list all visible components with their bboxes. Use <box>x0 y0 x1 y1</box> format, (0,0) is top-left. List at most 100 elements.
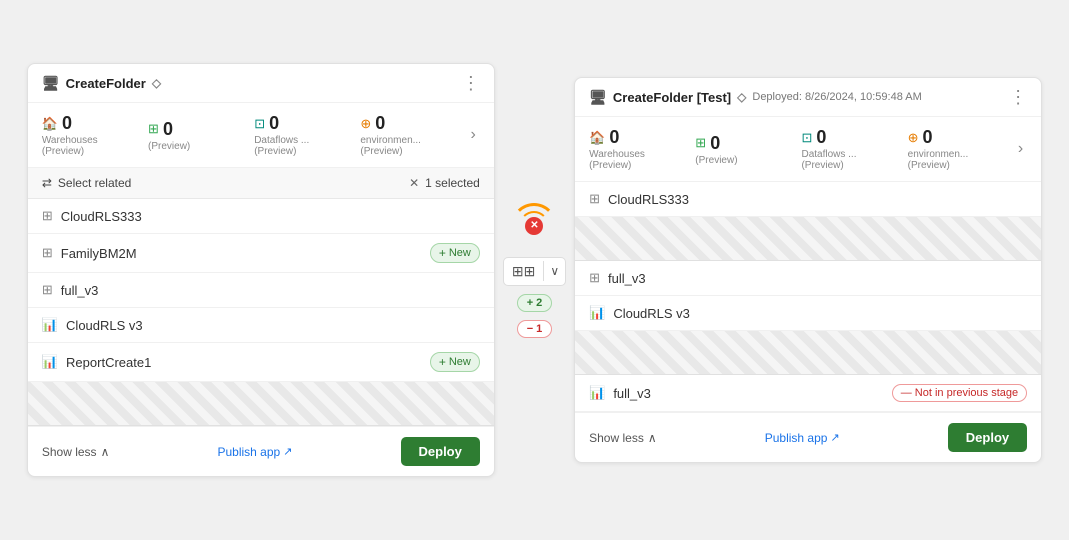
right-deploy-button[interactable]: Deploy <box>948 423 1027 452</box>
chevron-up-icon: ∧ <box>101 445 110 459</box>
grid-icon: ⊞ <box>589 270 600 286</box>
monitor-icon-right: 🖥 <box>589 89 607 106</box>
compare-chevron-btn[interactable]: ∨ <box>544 259 565 283</box>
list-item[interactable]: ⊞ full_v3 <box>28 273 494 308</box>
publish-app-link[interactable]: Publish app ↗ <box>217 445 292 459</box>
select-related-bar: ⇄ Select related ✕ 1 selected <box>28 168 494 199</box>
left-stat-preview: ⊞ 0 (Preview) <box>148 119 254 152</box>
right-card-header: 🖥 CreateFolder [Test] ◇ Deployed: 8/26/2… <box>575 78 1041 117</box>
show-less-button[interactable]: Show less ∧ <box>42 445 110 459</box>
chevron-up-icon-right: ∧ <box>648 431 657 445</box>
item-left: 📊 ReportCreate1 <box>42 354 151 370</box>
left-stat-preview-label: (Preview) <box>148 141 190 152</box>
left-stat-env-val: 0 <box>375 113 385 134</box>
selected-count: 1 selected <box>425 176 480 190</box>
compare-toggle-btn[interactable]: ⊞⊞ <box>504 258 543 285</box>
right-card-title-text: CreateFolder [Test] <box>613 90 731 105</box>
right-stat-env: ⊕ 0 environmen...(Preview) <box>908 127 1014 171</box>
item-left: ⊞ CloudRLS333 <box>589 191 689 207</box>
right-publish-label: Publish app <box>765 431 828 445</box>
item-left: ⊞ FamilyBM2M <box>42 245 137 261</box>
right-publish-app-link[interactable]: Publish app ↗ <box>765 431 840 445</box>
right-stat-warehouse-val: 0 <box>609 127 619 148</box>
deploy-button[interactable]: Deploy <box>401 437 480 466</box>
list-item[interactable]: ⊞ CloudRLS333 <box>28 199 494 234</box>
diamond-icon-right: ◇ <box>737 90 746 104</box>
right-stats-row: 🏠 0 Warehouses(Preview) ⊞ 0 (Preview) ⊡ … <box>575 117 1041 182</box>
x-circle: ✕ <box>525 217 543 235</box>
left-stats-arrow[interactable]: › <box>467 122 480 148</box>
warehouse-icon-right: 🏠 <box>589 130 605 146</box>
bar-icon: 📊 <box>589 305 605 321</box>
x-icon: ✕ <box>530 220 538 231</box>
grid-icon: ⊞ <box>589 191 600 207</box>
grid-icon: ⊞ <box>42 282 53 298</box>
list-item[interactable]: ⊞ full_v3 <box>575 261 1041 296</box>
item-name: CloudRLS333 <box>608 192 689 207</box>
preview-icon-right: ⊞ <box>695 135 706 151</box>
left-stats-row: 🏠 0 Warehouses(Preview) ⊞ 0 (Preview) ⊡ … <box>28 103 494 168</box>
right-stat-env-label: environmen...(Preview) <box>908 149 969 171</box>
select-related-label: Select related <box>58 176 131 190</box>
right-stat-dataflows-label: Dataflows ...(Preview) <box>801 149 856 171</box>
left-stat-dataflows-label: Dataflows ...(Preview) <box>254 135 309 157</box>
deployed-text: Deployed: 8/26/2024, 10:59:48 AM <box>752 91 921 103</box>
warehouse-icon-left: 🏠 <box>42 116 58 132</box>
item-left: 📊 CloudRLS v3 <box>42 317 143 333</box>
dataflows-icon-right: ⊡ <box>801 130 812 146</box>
clear-selection-btn[interactable]: ✕ <box>409 176 419 190</box>
item-name: full_v3 <box>608 271 646 286</box>
striped-placeholder <box>575 217 1041 261</box>
diamond-icon-left: ◇ <box>152 76 161 90</box>
item-left: ⊞ full_v3 <box>42 282 98 298</box>
left-items-list: ⊞ CloudRLS333 ⊞ FamilyBM2M + New ⊞ full_… <box>28 199 494 426</box>
right-show-less-button[interactable]: Show less ∧ <box>589 431 657 445</box>
right-stat-preview: ⊞ 0 (Preview) <box>695 133 801 166</box>
left-stat-warehouse-label: Warehouses(Preview) <box>42 135 98 157</box>
compare-controls: ⊞⊞ ∨ <box>503 257 566 286</box>
list-item[interactable]: ⊞ FamilyBM2M + New <box>28 234 494 273</box>
left-card-menu[interactable]: ⋮ <box>462 74 480 92</box>
list-item[interactable]: 📊 CloudRLS v3 <box>575 296 1041 331</box>
left-stat-preview-val: 0 <box>163 119 173 140</box>
share-icon: ⇄ <box>42 176 52 190</box>
external-link-icon: ↗ <box>283 445 292 458</box>
dataflows-icon-left: ⊡ <box>254 116 265 132</box>
left-card-title-text: CreateFolder <box>66 76 146 91</box>
item-left: ⊞ full_v3 <box>589 270 645 286</box>
list-item[interactable]: ⊞ CloudRLS333 <box>575 182 1041 217</box>
bar-icon: 📊 <box>42 317 58 333</box>
spinner: ✕ <box>511 203 557 249</box>
striped-placeholder <box>28 382 494 426</box>
middle-area: ✕ ⊞⊞ ∨ + 2 − 1 <box>503 203 566 338</box>
grid-icon: ⊞ <box>42 208 53 224</box>
left-card-title: 🖥 CreateFolder ◇ <box>42 75 161 92</box>
left-card: 🖥 CreateFolder ◇ ⋮ 🏠 0 Warehouses(Previe… <box>27 63 495 477</box>
item-left: 📊 CloudRLS v3 <box>589 305 690 321</box>
bar-icon: 📊 <box>42 354 58 370</box>
select-related-left: ⇄ Select related <box>42 176 131 190</box>
right-stat-warehouse-label: Warehouses(Preview) <box>589 149 645 171</box>
item-name: CloudRLS v3 <box>66 318 143 333</box>
badge-not-prev: — Not in previous stage <box>892 384 1027 402</box>
show-less-label: Show less <box>42 445 97 459</box>
item-name: ReportCreate1 <box>66 355 151 370</box>
item-name: full_v3 <box>613 386 651 401</box>
right-stat-env-val: 0 <box>923 127 933 148</box>
list-item[interactable]: 📊 ReportCreate1 + New <box>28 343 494 382</box>
right-stats-arrow[interactable]: › <box>1014 136 1027 162</box>
left-stat-warehouses: 🏠 0 Warehouses(Preview) <box>42 113 148 157</box>
diff-badge-minus: − 1 <box>517 320 553 338</box>
right-card-menu[interactable]: ⋮ <box>1009 88 1027 106</box>
badge-new: + New <box>430 352 480 372</box>
right-stat-dataflows: ⊡ 0 Dataflows ...(Preview) <box>801 127 907 171</box>
item-name: CloudRLS333 <box>61 209 142 224</box>
list-item[interactable]: 📊 CloudRLS v3 <box>28 308 494 343</box>
left-card-header: 🖥 CreateFolder ◇ ⋮ <box>28 64 494 103</box>
left-stat-env: ⊕ 0 environmen...(Preview) <box>360 113 466 157</box>
publish-label: Publish app <box>217 445 280 459</box>
right-external-link-icon: ↗ <box>830 431 839 444</box>
left-stat-env-label: environmen...(Preview) <box>360 135 421 157</box>
right-stat-warehouses: 🏠 0 Warehouses(Preview) <box>589 127 695 171</box>
list-item[interactable]: 📊 full_v3 — Not in previous stage <box>575 375 1041 412</box>
